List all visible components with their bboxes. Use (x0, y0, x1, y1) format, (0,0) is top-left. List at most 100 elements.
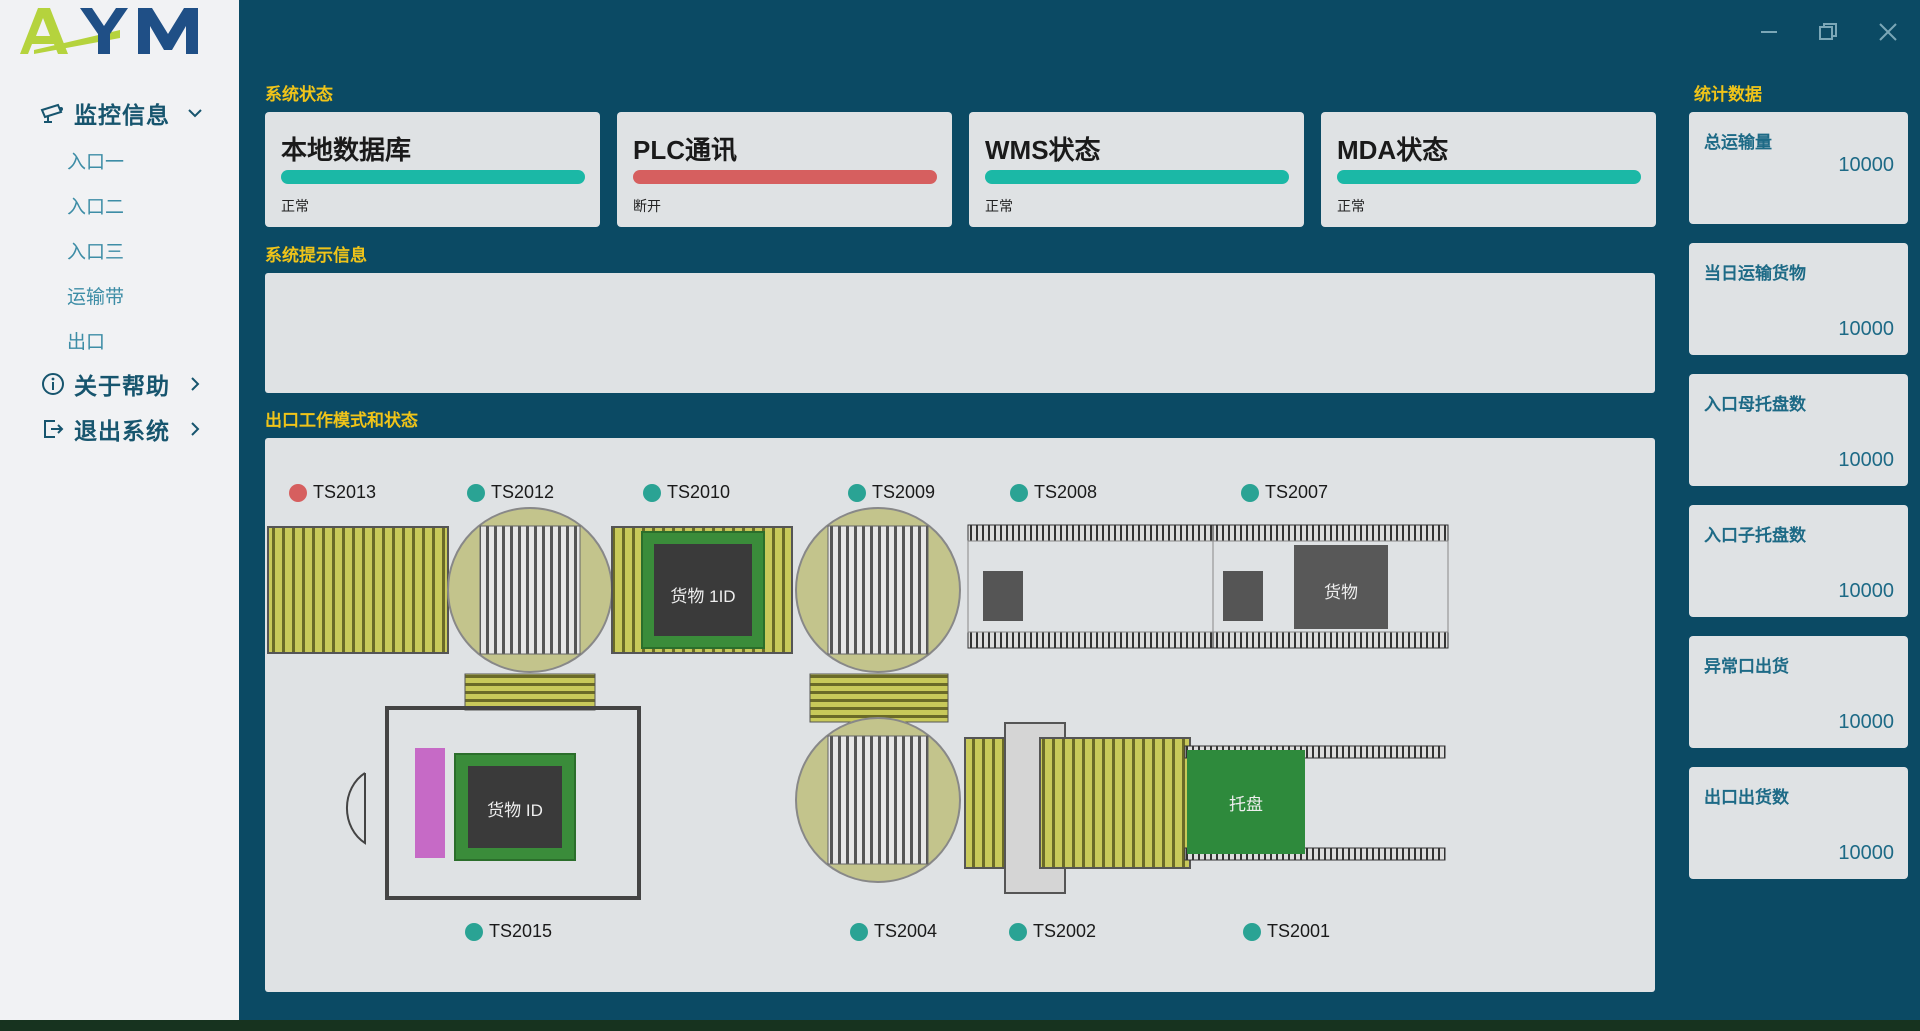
status-dot (1241, 483, 1259, 502)
goods-label-ts2010: 货物 1ID (670, 587, 736, 606)
nav-sub-entrance-1[interactable]: 入口一 (67, 147, 124, 174)
nav-help[interactable]: 关于帮助 (40, 366, 202, 402)
stat-card-abnormal-exit: 异常口出货 10000 (1689, 636, 1908, 748)
minimize-icon[interactable] (1757, 20, 1781, 44)
station-label: TS2013 (313, 482, 377, 502)
turntable-rollers-ts2004 (827, 735, 929, 865)
status-dot (467, 483, 485, 502)
station-ts2012[interactable]: TS2012 (467, 482, 554, 503)
station-label: TS2001 (1267, 921, 1331, 941)
status-card-title: 本地数据库 (281, 135, 412, 165)
stat-label: 当日运输货物 (1704, 264, 1806, 283)
status-bar (281, 170, 585, 184)
nav-help-label: 关于帮助 (74, 373, 170, 399)
stat-value: 10000 (1838, 154, 1894, 176)
sidebar: 监控信息 入口一 入口二 入口三 运输带 出口 关于帮助 退出系统 (0, 0, 239, 1020)
station-label: TS2010 (667, 482, 731, 502)
connector-ts2009-ts2004 (809, 673, 949, 723)
station-label: TS2012 (491, 482, 555, 502)
stat-card-daily-goods: 当日运输货物 10000 (1689, 243, 1908, 355)
station-label: TS2009 (872, 482, 936, 502)
stat-label: 总运输量 (1704, 133, 1772, 152)
chain-bottom-ts2008 (967, 631, 1214, 649)
station-ts2009[interactable]: TS2009 (848, 482, 935, 503)
stat-card-child-pallets: 入口子托盘数 10000 (1689, 505, 1908, 617)
nav-sub-entrance-2[interactable]: 入口二 (67, 192, 124, 219)
chain-top-ts2007 (1212, 524, 1449, 542)
chain-bottom-ts2007 (1212, 631, 1449, 649)
section-title-statistics: 统计数据 (1694, 85, 1762, 104)
stat-value: 10000 (1838, 580, 1894, 602)
station-ts2008[interactable]: TS2008 (1010, 482, 1097, 503)
status-text: 正常 (985, 198, 1013, 214)
taskbar-strip (0, 1020, 1920, 1031)
stat-card-parent-pallets: 入口母托盘数 10000 (1689, 374, 1908, 486)
status-dot (848, 483, 866, 502)
section-title-exit-mode: 出口工作模式和状态 (265, 411, 418, 430)
station-ts2001[interactable]: TS2001 (1243, 921, 1330, 942)
goods-label-ts2015: 货物 ID (487, 801, 543, 820)
status-text: 断开 (633, 198, 661, 214)
nav-sub-exit[interactable]: 出口 (67, 327, 105, 354)
nav-sub-entrance-3[interactable]: 入口三 (67, 237, 124, 264)
status-bar (633, 170, 937, 184)
stat-value: 10000 (1838, 711, 1894, 733)
status-dot (1009, 922, 1027, 941)
chevron-down-icon (188, 106, 202, 120)
status-dot (465, 922, 483, 941)
stat-value: 10000 (1838, 449, 1894, 471)
stat-label: 入口母托盘数 (1704, 395, 1806, 414)
chain-top-ts2008 (967, 524, 1214, 542)
station-label: TS2015 (489, 921, 553, 941)
station-label: TS2004 (874, 921, 938, 941)
station-ts2002[interactable]: TS2002 (1009, 921, 1096, 942)
station-ts2013[interactable]: TS2013 (289, 482, 376, 503)
stat-label: 异常口出货 (1704, 657, 1789, 676)
status-bar (1337, 170, 1641, 184)
conveyor-layout-diagram: TS2013 TS2012 TS2010 TS2009 TS2008 TS200… (265, 438, 1655, 992)
status-card-title: MDA状态 (1337, 135, 1449, 165)
status-dot (289, 483, 307, 502)
nav-sub-conveyor[interactable]: 运输带 (67, 282, 124, 309)
aym-logo (20, 8, 198, 54)
info-circle-icon (40, 371, 66, 397)
close-icon[interactable] (1876, 20, 1900, 44)
status-card-title: PLC通讯 (633, 135, 738, 165)
goods-label-ts2007: 货物 (1324, 583, 1358, 602)
station-ts2007[interactable]: TS2007 (1241, 482, 1328, 503)
stat-label: 出口出货数 (1704, 788, 1789, 807)
status-text: 正常 (1337, 198, 1365, 214)
stat-value: 10000 (1838, 842, 1894, 864)
status-dot (850, 922, 868, 941)
nav-exit[interactable]: 退出系统 (40, 411, 202, 447)
nav-monitor[interactable]: 监控信息 (40, 95, 202, 131)
status-card-wms: WMS状态 正常 (969, 112, 1304, 227)
motor-ts2007 (1223, 571, 1263, 621)
station-label: TS2002 (1033, 921, 1097, 941)
section-title-system-messages: 系统提示信息 (265, 246, 367, 265)
chevron-right-icon (188, 422, 202, 436)
logout-icon (40, 416, 66, 442)
station-ts2010[interactable]: TS2010 (643, 482, 730, 503)
conveyor-layout-graphic (267, 507, 1449, 900)
status-card-title: WMS状态 (985, 135, 1101, 165)
station-ts2004[interactable]: TS2004 (850, 921, 937, 942)
goods-label-ts2001: 托盘 (1229, 795, 1263, 814)
chevron-right-icon (188, 377, 202, 391)
restore-icon[interactable] (1816, 20, 1840, 44)
status-bar (985, 170, 1289, 184)
cctv-camera-icon (40, 100, 66, 126)
conveyor-ts2013 (267, 526, 449, 654)
stat-value: 10000 (1838, 318, 1894, 340)
section-title-system-status: 系统状态 (265, 85, 333, 104)
conveyor-ts2002-b (1039, 737, 1191, 869)
status-dot (1010, 483, 1028, 502)
nav-exit-label: 退出系统 (74, 418, 170, 444)
lifter-arm-ts2015 (415, 748, 445, 858)
motor-ts2008 (983, 571, 1023, 621)
stat-card-total-transport: 总运输量 10000 (1689, 112, 1908, 224)
status-dot (643, 483, 661, 502)
turntable-rollers-ts2009 (827, 525, 929, 655)
station-ts2015[interactable]: TS2015 (465, 921, 552, 942)
status-text: 正常 (281, 198, 309, 214)
